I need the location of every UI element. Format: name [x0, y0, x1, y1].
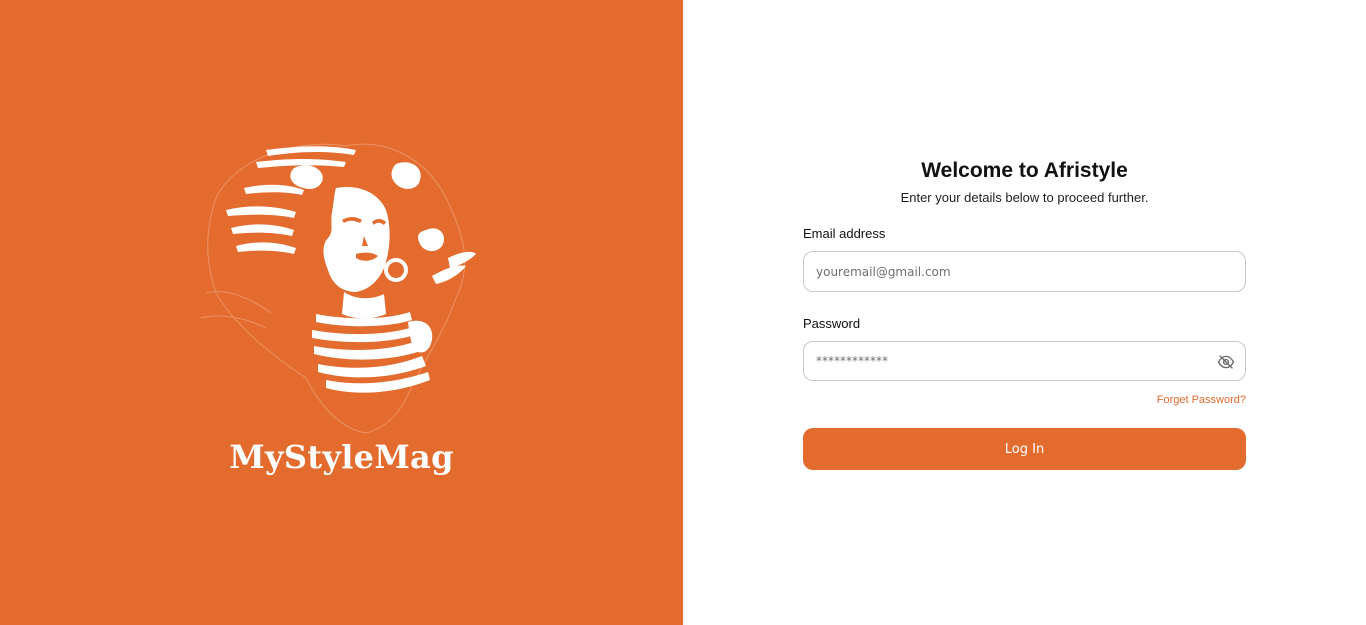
forgot-password-link[interactable]: Forget Password? [1157, 394, 1246, 406]
password-field-container [803, 341, 1246, 381]
password-field[interactable] [804, 342, 1245, 380]
password-label: Password [803, 316, 861, 331]
email-label: Email address [803, 226, 886, 241]
brand-name: MyStyleMag [229, 438, 454, 476]
email-field-container [803, 251, 1246, 292]
woman-portrait-logo-icon [200, 143, 476, 434]
forgot-password-row: Forget Password? [803, 390, 1246, 406]
page-title: Welcome to Afristyle [921, 159, 1128, 182]
eye-off-icon[interactable] [1215, 351, 1237, 373]
brand-panel: MyStyleMag [0, 0, 683, 625]
login-button[interactable]: Log In [803, 428, 1246, 470]
login-form: Welcome to Afristyle Enter your details … [803, 158, 1246, 470]
email-field[interactable] [804, 252, 1245, 291]
page-subtitle: Enter your details below to proceed furt… [900, 190, 1149, 205]
login-panel: Welcome to Afristyle Enter your details … [683, 0, 1366, 625]
